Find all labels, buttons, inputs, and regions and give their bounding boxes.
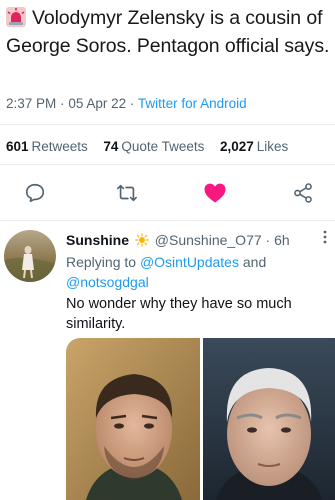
retweets-count: 601 (6, 139, 29, 154)
reply-handle[interactable]: @Sunshine_O77 (155, 232, 262, 248)
more-button[interactable] (323, 230, 327, 247)
likes-label: Likes (256, 139, 289, 154)
speech-bubble-icon (25, 183, 45, 203)
mention-link[interactable]: @notsogdgal (66, 274, 149, 290)
heart-icon (204, 183, 226, 203)
reply-separator: · (265, 232, 271, 248)
reply-button[interactable] (22, 180, 48, 206)
quotes-label: Quote Tweets (121, 139, 205, 154)
action-bar (0, 180, 335, 210)
quotes-stat[interactable]: 74 Quote Tweets (103, 139, 204, 154)
share-button[interactable] (290, 180, 316, 206)
replying-prefix: Replying to (66, 254, 137, 270)
quotes-count: 74 (103, 139, 119, 154)
likes-count: 2,027 (219, 139, 254, 154)
reply-media[interactable] (66, 338, 335, 500)
likes-stat[interactable]: 2,027 Likes (220, 139, 288, 154)
rotating-light-icon (6, 7, 26, 27)
tweet-body: Volodymyr Zelensky is a cousin of George… (6, 7, 330, 57)
avatar[interactable] (4, 230, 56, 282)
meta-separator: · (129, 96, 135, 111)
retweet-icon (117, 184, 137, 202)
divider (0, 220, 335, 221)
replying-and: and (242, 254, 267, 270)
retweets-label: Retweets (31, 139, 88, 154)
replying-to: Replying to @OsintUpdates and @notsogdga… (66, 252, 326, 292)
portrait-image (66, 338, 335, 500)
divider (0, 124, 335, 125)
like-button[interactable] (202, 180, 228, 206)
mention-link[interactable]: @OsintUpdates (140, 254, 239, 270)
reply-text: No wonder why they have so much similari… (66, 296, 292, 332)
sun-icon (135, 233, 149, 247)
tweet-date: 05 Apr 22 (68, 96, 127, 111)
tweet-meta: 2:37 PM · 05 Apr 22 · Twitter for Androi… (6, 96, 247, 111)
retweets-stat[interactable]: 601 Retweets (6, 139, 88, 154)
reply-display-name[interactable]: Sunshine (66, 232, 129, 248)
more-vertical-icon (323, 230, 327, 244)
reply-age: 6h (274, 232, 290, 248)
tweet-text: Volodymyr Zelensky is a cousin of George… (6, 4, 334, 60)
share-icon (294, 183, 312, 203)
tweet-source-link[interactable]: Twitter for Android (138, 96, 247, 111)
tweet-time: 2:37 PM (6, 96, 57, 111)
divider (0, 164, 335, 165)
retweet-button[interactable] (114, 180, 140, 206)
meta-separator: · (60, 96, 65, 111)
tweet-stats: 601 Retweets 74 Quote Tweets 2,027 Likes (6, 139, 288, 154)
reply-header: Sunshine @Sunshine_O77 · 6h (66, 232, 290, 248)
